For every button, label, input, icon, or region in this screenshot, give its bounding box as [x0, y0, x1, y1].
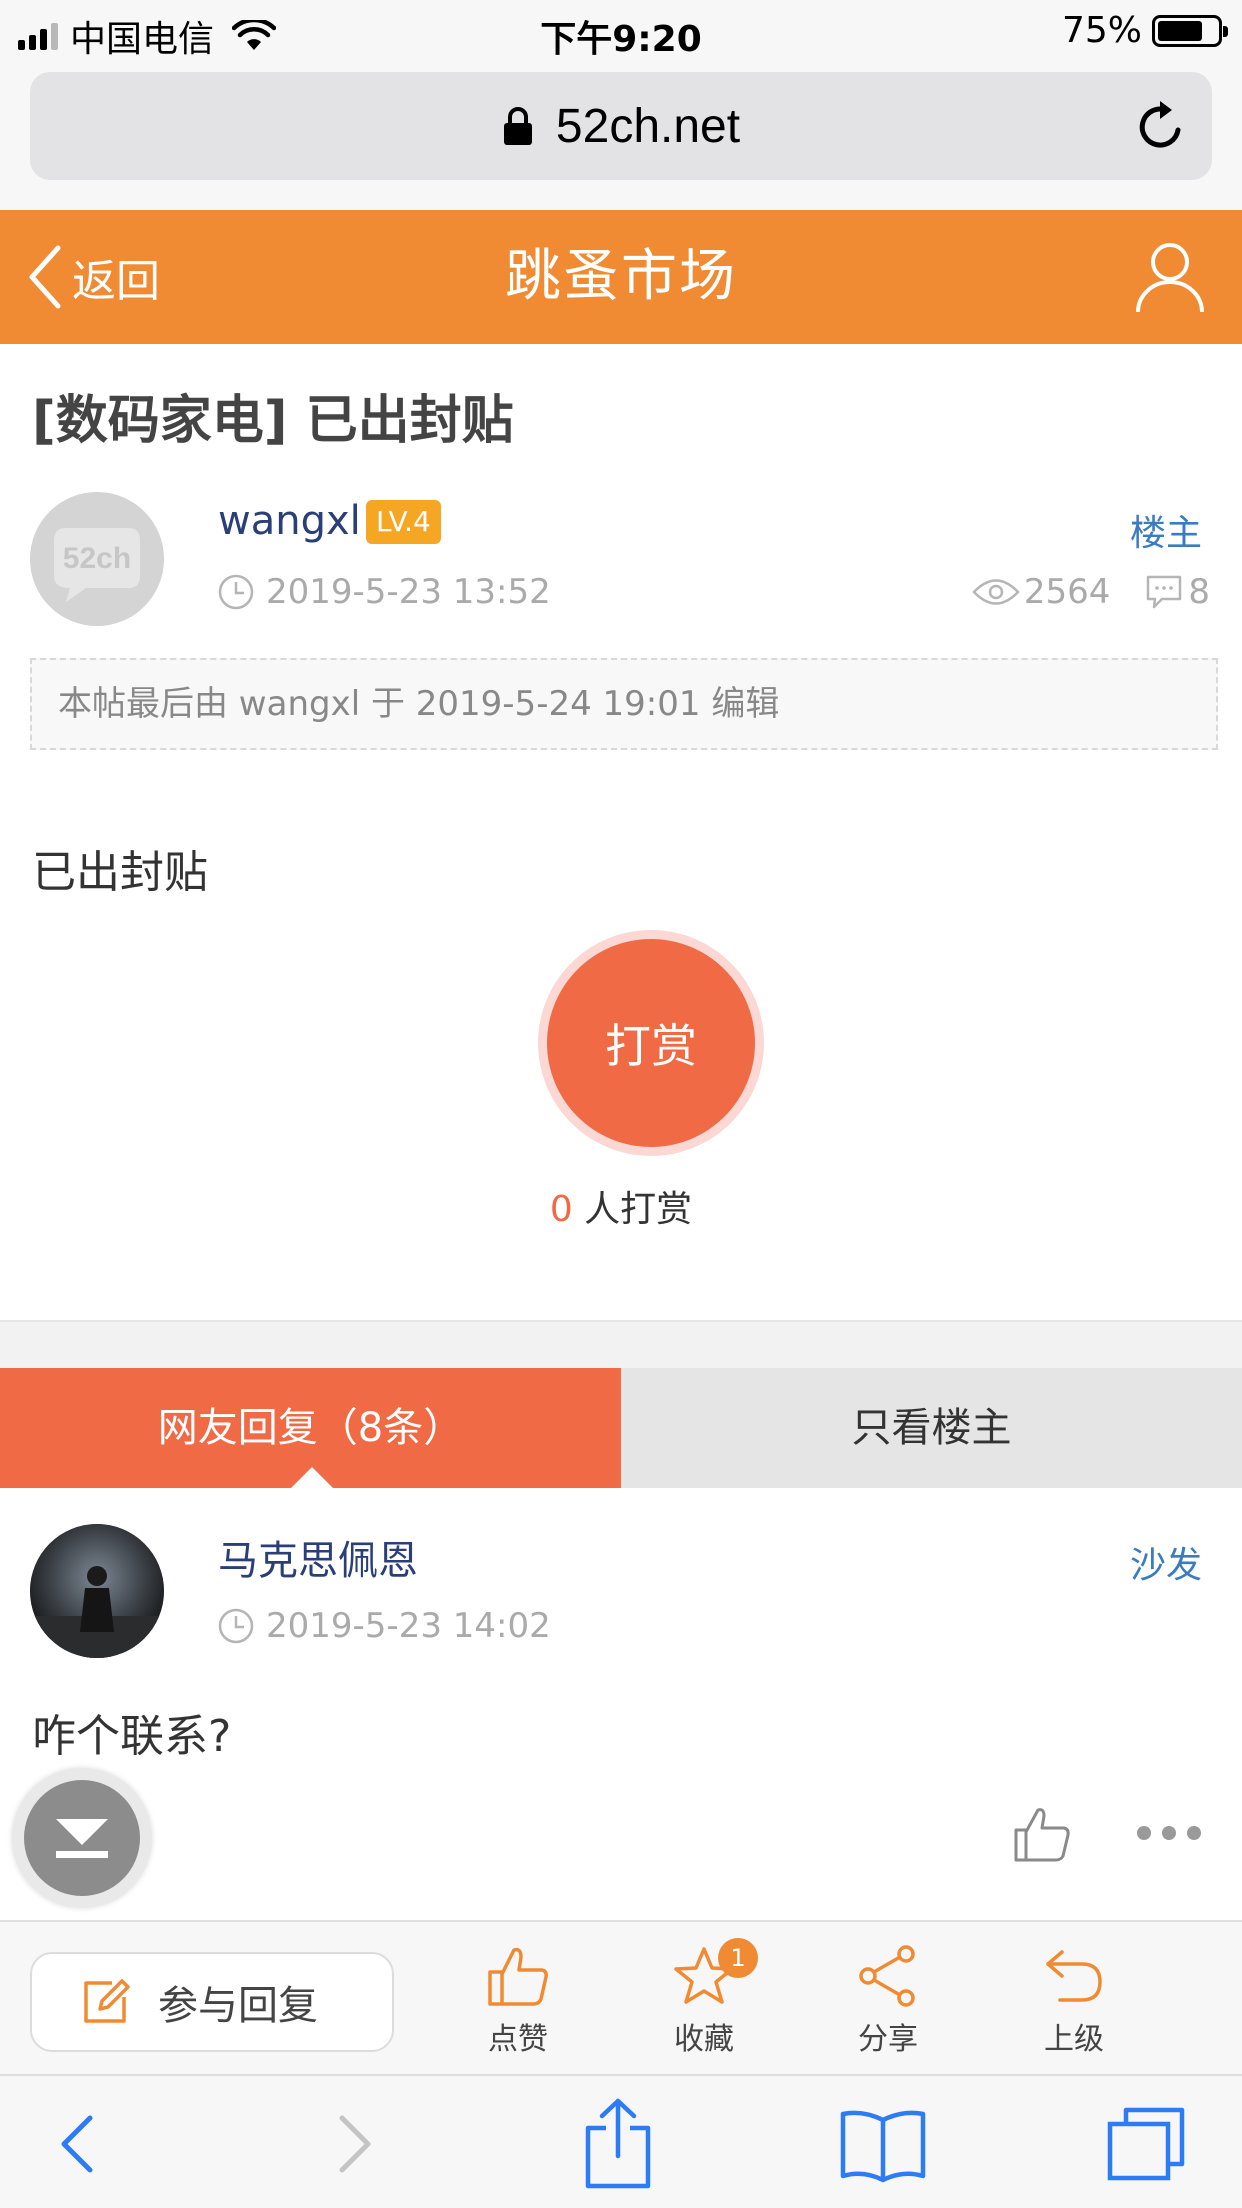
view-count: 2564 — [1023, 572, 1111, 612]
comment-count: 8 — [1188, 572, 1210, 612]
share-button[interactable]: 分享 — [818, 1944, 958, 2058]
comment-icon — [1147, 575, 1182, 609]
post-body: 已出封贴 — [32, 847, 208, 898]
reward-button[interactable]: 打赏 — [538, 930, 764, 1156]
tab-all-replies[interactable]: 网友回复（8条） — [0, 1368, 621, 1489]
svg-text:52ch: 52ch — [63, 542, 131, 575]
favorite-button[interactable]: 收藏 1 — [634, 1938, 774, 2058]
post-action-bar: 参与回复 点赞 收藏 1 分享 上级 — [0, 1920, 1242, 2074]
clock-icon — [218, 574, 254, 610]
status-bar: 中国电信 下午9:20 75% — [0, 0, 1242, 60]
post-stats: 2564 8 — [972, 572, 1210, 612]
reward-count-suffix: 人打赏 — [572, 1189, 693, 1230]
thumbs-up-icon — [488, 1947, 548, 2006]
like-label: 点赞 — [488, 2022, 548, 2057]
eye-icon — [972, 579, 1020, 605]
reply-meta: 2019-5-23 14:02 — [218, 1606, 551, 1646]
post-meta: 2019-5-23 13:52 — [218, 572, 551, 612]
reward-count-number: 0 — [549, 1189, 573, 1230]
edit-note: 本帖最后由 wangxl 于 2019-5-24 19:01 编辑 — [30, 658, 1218, 750]
browser-forward-icon[interactable] — [312, 2104, 392, 2184]
user-icon[interactable] — [1134, 240, 1206, 314]
reply-button-label: 参与回复 — [158, 1983, 318, 2029]
author-name[interactable]: wangxl — [218, 498, 361, 544]
like-button[interactable]: 点赞 — [448, 1944, 588, 2058]
battery-icon — [1152, 14, 1228, 47]
avatar[interactable] — [30, 1524, 164, 1658]
thumbs-up-icon[interactable] — [1012, 1804, 1072, 1864]
lock-icon — [503, 107, 532, 145]
app-header: 返回 跳蚤市场 — [0, 210, 1242, 344]
section-divider — [0, 1320, 1242, 1368]
reward-count: 0 人打赏 — [0, 1180, 1242, 1232]
reply-button[interactable]: 参与回复 — [30, 1952, 394, 2052]
reply-datetime: 2019-5-23 14:02 — [266, 1606, 551, 1646]
op-tag: 楼主 — [1129, 513, 1202, 554]
browser-toolbar — [0, 2074, 1242, 2208]
url-text: 52ch.net — [555, 99, 741, 153]
status-right: 75% — [1061, 10, 1228, 51]
site-logo-avatar: 52ch — [30, 492, 164, 626]
favorite-label: 收藏 — [674, 2022, 734, 2057]
reply-avatar-image — [30, 1524, 164, 1658]
up-level-label: 上级 — [1044, 2022, 1104, 2057]
status-time: 下午9:20 — [540, 19, 702, 60]
more-icon[interactable] — [1134, 1822, 1204, 1844]
clock-icon — [218, 1608, 254, 1644]
share-icon — [859, 1945, 915, 2007]
scroll-to-bottom-button[interactable] — [12, 1768, 152, 1908]
favorite-count-badge: 1 — [718, 1938, 758, 1978]
browser-back-icon[interactable] — [40, 2104, 120, 2184]
post-title: [数码家电] 已出封贴 — [32, 391, 514, 451]
reward-label: 打赏 — [547, 939, 755, 1147]
battery-percent: 75% — [1061, 10, 1142, 51]
edit-icon — [84, 1979, 130, 2023]
browser-address-bar: 52ch.net — [0, 60, 1242, 210]
undo-arrow-icon — [1046, 1950, 1102, 2002]
tab-op-only[interactable]: 只看楼主 — [621, 1368, 1242, 1488]
tabs-icon[interactable] — [1104, 2104, 1188, 2184]
bookmarks-icon[interactable] — [838, 2104, 928, 2184]
share-sheet-icon[interactable] — [578, 2098, 658, 2190]
share-label: 分享 — [858, 2022, 918, 2057]
reply-tabs: 网友回复（8条） 只看楼主 — [0, 1368, 1242, 1489]
reply-text: 咋个联系? — [32, 1711, 232, 1762]
level-badge: LV.4 — [366, 500, 441, 544]
reload-icon[interactable] — [1134, 98, 1188, 154]
up-level-button[interactable]: 上级 — [1004, 1944, 1144, 2058]
page-title: 跳蚤市场 — [505, 244, 737, 309]
arrow-down-icon — [56, 1819, 108, 1858]
avatar[interactable]: 52ch — [30, 492, 164, 626]
reply-author[interactable]: 马克思佩恩 — [218, 1528, 418, 1586]
floor-tag: 沙发 — [1129, 1545, 1202, 1586]
url-field[interactable]: 52ch.net — [30, 72, 1212, 180]
post-datetime: 2019-5-23 13:52 — [266, 572, 551, 612]
